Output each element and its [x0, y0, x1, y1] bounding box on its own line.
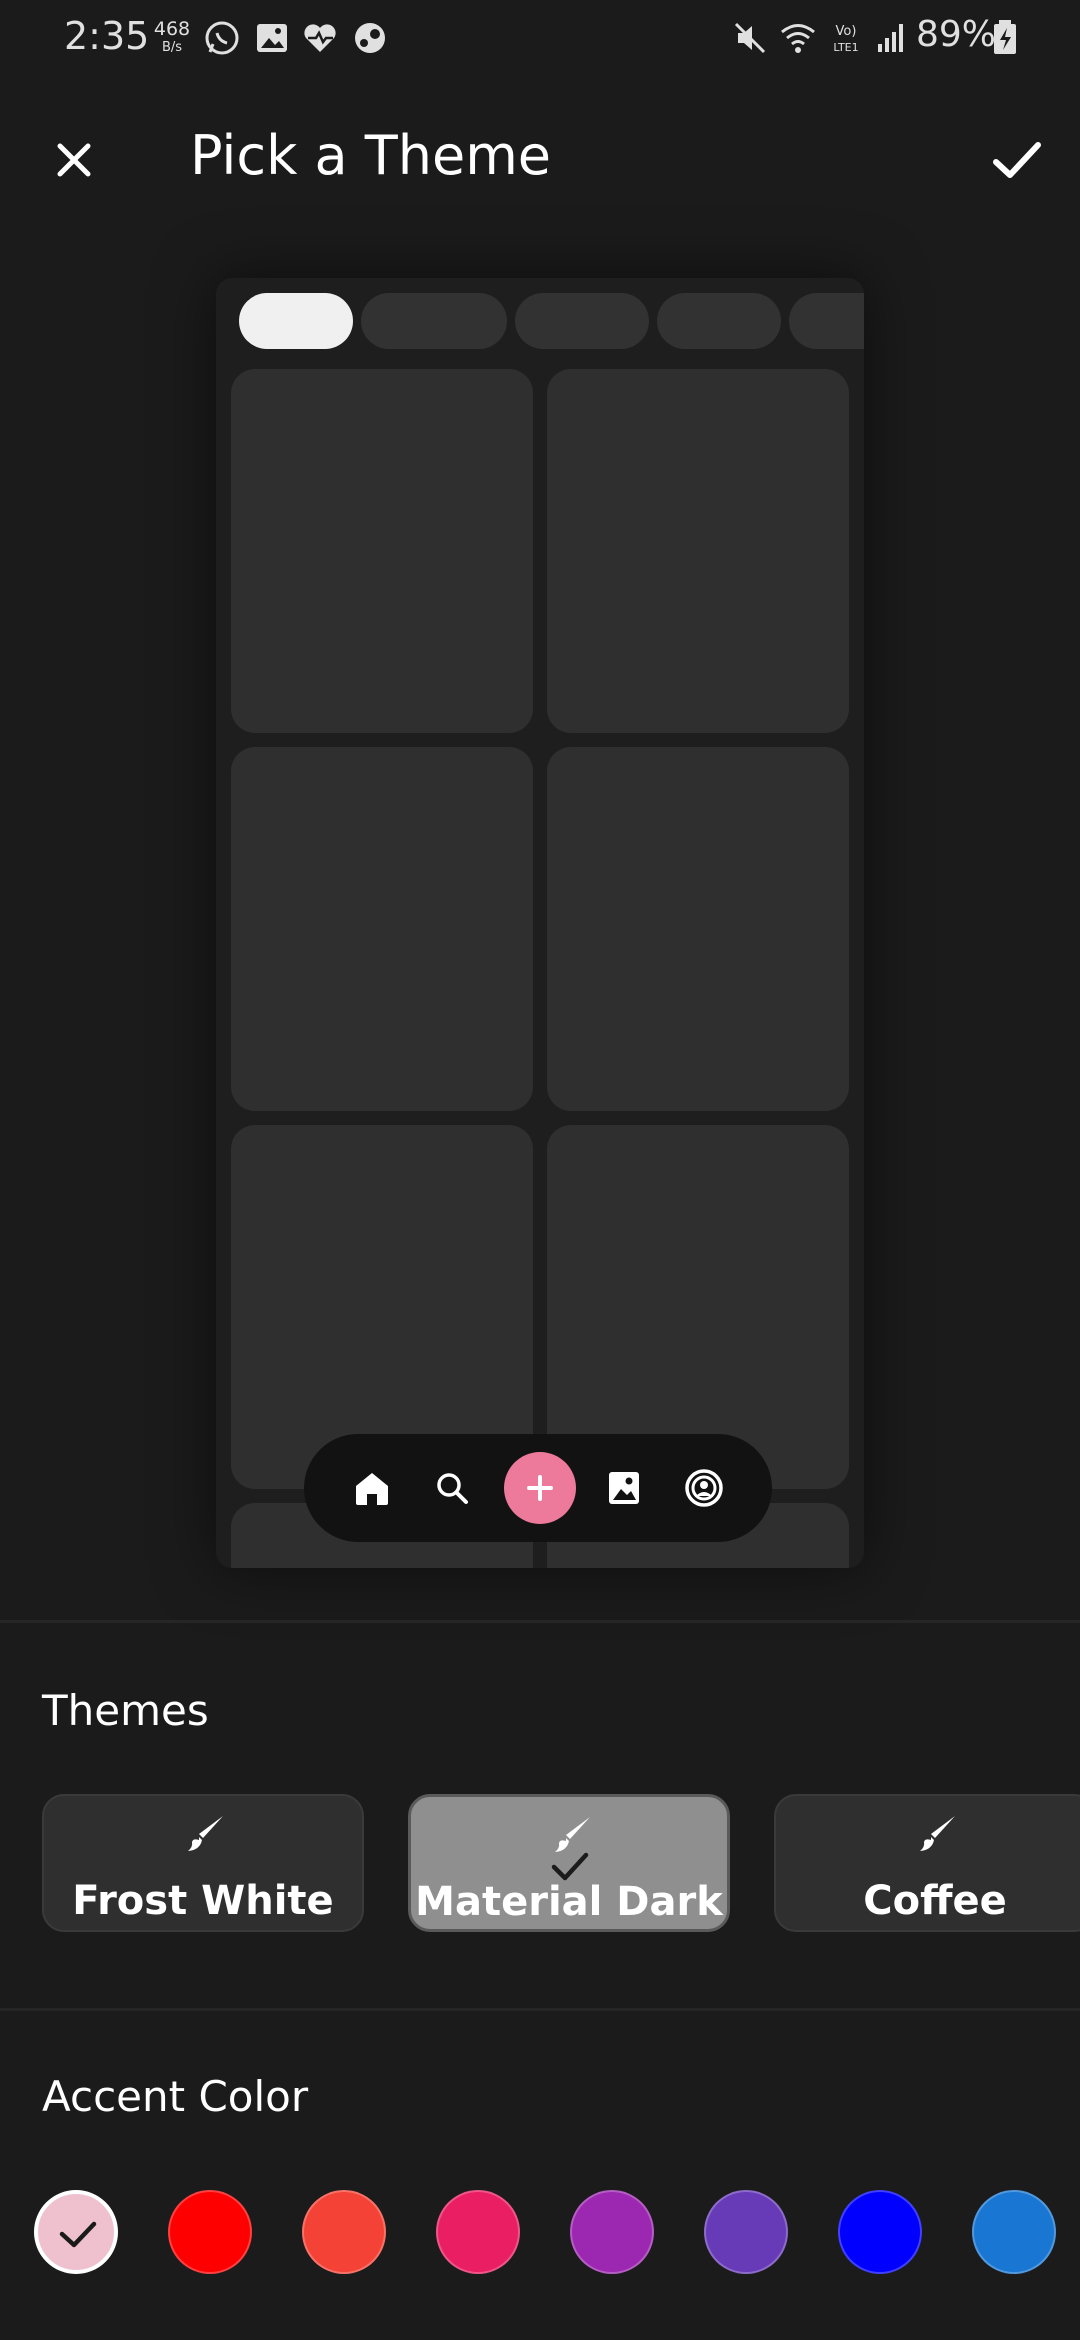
preview-card	[547, 369, 849, 733]
preview-card	[231, 369, 533, 733]
preview-card	[231, 747, 533, 1111]
svg-text:LTE1: LTE1	[833, 41, 858, 54]
status-bar: 2:35 468 B/s Vo) LTE1 89%	[0, 0, 1080, 80]
image-icon	[609, 1472, 639, 1504]
accent-swatch[interactable]	[838, 2190, 922, 2274]
whatsapp-icon	[205, 21, 239, 55]
preview-tab-pill	[239, 293, 353, 349]
wifi-icon	[781, 24, 815, 53]
brush-icon	[188, 1816, 223, 1851]
theme-name: Material Dark	[415, 1879, 723, 1925]
theme-card-material-dark[interactable]: Material Dark	[408, 1794, 730, 1932]
gallery-icon	[257, 24, 287, 52]
accent-swatch[interactable]	[302, 2190, 386, 2274]
network-speed-value: 468	[153, 18, 191, 40]
theme-preview	[216, 278, 864, 1568]
preview-nav-bar	[304, 1434, 772, 1542]
steam-icon	[355, 23, 385, 53]
accent-swatch[interactable]	[168, 2190, 252, 2274]
accent-swatch[interactable]	[436, 2190, 520, 2274]
preview-tab-pill	[789, 293, 864, 349]
divider	[0, 1620, 1080, 1623]
themes-section-label: Themes	[42, 1686, 209, 1735]
battery-icon	[994, 20, 1016, 54]
mute-icon	[734, 22, 766, 54]
search-icon	[437, 1473, 468, 1504]
svg-text:Vo): Vo)	[836, 24, 857, 39]
profile-icon	[685, 1469, 723, 1507]
volte-icon: Vo) LTE1	[833, 24, 858, 54]
battery-level: 89%	[916, 14, 997, 55]
theme-name: Coffee	[863, 1878, 1007, 1924]
selected-check-icon	[59, 2221, 97, 2248]
accent-section-label: Accent Color	[42, 2072, 309, 2121]
accent-swatch[interactable]	[34, 2190, 118, 2274]
network-speed-unit: B/s	[161, 40, 183, 55]
status-time: 2:35	[64, 14, 150, 58]
accent-swatch[interactable]	[972, 2190, 1056, 2274]
heart-icon	[304, 24, 336, 52]
home-icon	[356, 1473, 388, 1505]
preview-tab-pill	[657, 293, 781, 349]
add-icon	[504, 1452, 576, 1524]
divider	[0, 2008, 1080, 2011]
preview-card	[547, 747, 849, 1111]
preview-tab-pill	[515, 293, 649, 349]
theme-name: Frost White	[72, 1878, 334, 1924]
theme-card-coffee[interactable]: Coffee	[774, 1794, 1080, 1932]
app-bar: Pick a Theme	[0, 110, 1080, 210]
check-icon[interactable]	[984, 128, 1048, 192]
page-title: Pick a Theme	[190, 124, 552, 187]
preview-tab-pill	[361, 293, 507, 349]
brush-icon	[920, 1816, 955, 1851]
accent-swatch[interactable]	[704, 2190, 788, 2274]
close-icon[interactable]	[42, 128, 106, 192]
accent-swatch[interactable]	[570, 2190, 654, 2274]
theme-card-frost-white[interactable]: Frost White	[42, 1794, 364, 1932]
signal-icon	[878, 24, 903, 52]
network-speed: 468 B/s	[152, 18, 192, 55]
